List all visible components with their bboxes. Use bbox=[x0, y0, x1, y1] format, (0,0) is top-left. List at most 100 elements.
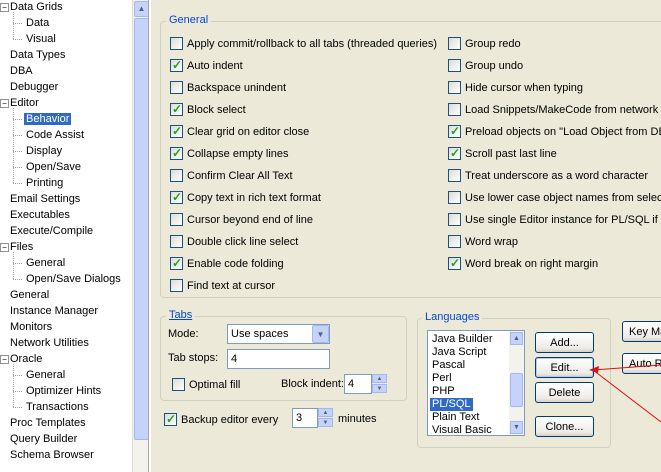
checkbox-box[interactable] bbox=[170, 235, 183, 248]
languages-list[interactable]: Java Builder Java Script Pascal Perl PHP PL/S… bbox=[427, 330, 525, 436]
language-list-item[interactable]: Java Script bbox=[430, 346, 488, 359]
checkbox-box[interactable]: ✓ bbox=[170, 124, 183, 138]
option-label: Use lower case object names from select bbox=[465, 192, 661, 204]
tree-item-label: General bbox=[26, 257, 66, 269]
scrollbar-thumb[interactable] bbox=[510, 373, 523, 407]
scroll-down-arrow-icon[interactable]: ▼ bbox=[510, 421, 523, 434]
option-label: Load Snippets/MakeCode from network s bbox=[465, 104, 661, 116]
collapse-toggle-icon[interactable]: − bbox=[0, 355, 9, 364]
tree-scrollbar[interactable]: ▲ bbox=[132, 0, 149, 472]
collapse-toggle-icon[interactable]: − bbox=[0, 99, 9, 108]
optimal-fill-label: Optimal fill bbox=[189, 379, 241, 391]
language-list-item[interactable]: Java Builder bbox=[430, 333, 495, 346]
collapse-toggle-icon[interactable]: − bbox=[0, 3, 9, 12]
checkbox-box[interactable] bbox=[448, 59, 461, 72]
checkbox-box[interactable] bbox=[170, 279, 183, 292]
scroll-up-arrow-icon[interactable]: ▲ bbox=[510, 332, 523, 345]
checkbox-box[interactable] bbox=[448, 191, 461, 204]
language-list-item[interactable]: PL/SQL bbox=[430, 398, 473, 411]
checkbox-box[interactable] bbox=[172, 378, 185, 391]
tree-item[interactable]: Execute/Compile bbox=[8, 223, 95, 239]
checkbox-box[interactable] bbox=[448, 213, 461, 226]
tree-item[interactable]: Open/Save bbox=[24, 159, 83, 175]
tree-connector bbox=[13, 391, 22, 392]
checkbox-box[interactable]: ✓ bbox=[448, 124, 461, 138]
option-label: Cursor beyond end of line bbox=[187, 214, 313, 226]
checkbox-box[interactable]: ✓ bbox=[170, 58, 183, 72]
spin-down-icon[interactable]: ▼ bbox=[318, 418, 333, 427]
tree-connector bbox=[13, 23, 22, 24]
tree-item[interactable]: Data bbox=[24, 15, 51, 31]
tree-item[interactable]: Debugger bbox=[8, 79, 60, 95]
block-indent-input[interactable]: 4 bbox=[344, 374, 372, 394]
language-list-item[interactable]: PHP bbox=[430, 385, 457, 398]
tree-item[interactable]: Monitors bbox=[8, 319, 54, 335]
block-indent-spinner[interactable]: ▲ ▼ bbox=[372, 374, 388, 394]
checkbox-box[interactable]: ✓ bbox=[170, 102, 183, 116]
tree-item[interactable]: Code Assist bbox=[24, 127, 86, 143]
tree-connector bbox=[13, 167, 22, 168]
language-list-item[interactable]: Perl bbox=[430, 372, 454, 385]
language-list-item[interactable]: Visual Basic bbox=[430, 424, 494, 435]
tree-item[interactable]: Data Grids bbox=[8, 0, 65, 15]
checkbox-box[interactable] bbox=[170, 37, 183, 50]
checkbox-box[interactable] bbox=[448, 81, 461, 94]
checkbox-box[interactable] bbox=[448, 37, 461, 50]
checkbox-box[interactable] bbox=[170, 213, 183, 226]
tree-item[interactable]: Behavior bbox=[24, 111, 72, 127]
tree-item[interactable]: Schema Browser bbox=[8, 447, 96, 463]
tree-item[interactable]: General bbox=[8, 287, 51, 303]
tree-item-label: Open/Save bbox=[26, 161, 82, 173]
tree-item[interactable]: Email Settings bbox=[8, 191, 82, 207]
checkbox-box[interactable] bbox=[448, 169, 461, 182]
checkbox-box[interactable] bbox=[170, 81, 183, 94]
checkbox-box[interactable]: ✓ bbox=[448, 256, 461, 270]
checkbox-box[interactable] bbox=[448, 235, 461, 248]
checkbox-box[interactable] bbox=[448, 103, 461, 116]
options-tree[interactable]: Data Grids − Data Visual Data Types DBA Debugg… bbox=[0, 0, 132, 472]
tree-item[interactable]: General bbox=[24, 255, 67, 271]
tree-item[interactable]: Proc Templates bbox=[8, 415, 88, 431]
scroll-up-arrow-icon[interactable]: ▲ bbox=[134, 1, 149, 17]
option-label: Find text at cursor bbox=[187, 280, 276, 292]
tabstops-input[interactable]: 4 bbox=[227, 349, 330, 369]
backup-minutes-spinner[interactable]: ▲ ▼ bbox=[318, 408, 334, 428]
tree-item[interactable]: Query Builder bbox=[8, 431, 79, 447]
spin-up-icon[interactable]: ▲ bbox=[372, 374, 387, 383]
scrollbar-thumb[interactable] bbox=[134, 18, 149, 440]
tree-item[interactable]: Visual bbox=[24, 31, 58, 47]
checkmark-icon: ✓ bbox=[172, 102, 183, 116]
tree-item[interactable]: Network Utilities bbox=[8, 335, 91, 351]
checkbox-box[interactable]: ✓ bbox=[170, 146, 183, 160]
tree-item-label: Debugger bbox=[10, 81, 59, 93]
tree-item[interactable]: Executables bbox=[8, 207, 72, 223]
chevron-down-icon[interactable]: ▼ bbox=[312, 325, 329, 343]
checkbox-box[interactable]: ✓ bbox=[170, 256, 183, 270]
tree-item[interactable]: Optimizer Hints bbox=[24, 383, 103, 399]
checkbox-box[interactable]: ✓ bbox=[448, 146, 461, 160]
tree-item[interactable]: Printing bbox=[24, 175, 65, 191]
list-scrollbar[interactable]: ▲ ▼ bbox=[509, 331, 524, 435]
option-label: Word wrap bbox=[465, 236, 518, 248]
checkbox-box[interactable]: ✓ bbox=[170, 190, 183, 204]
add-language-button[interactable]: Add... bbox=[535, 332, 594, 353]
mode-select-value: Use spaces bbox=[231, 328, 289, 340]
tree-item[interactable]: Transactions bbox=[24, 399, 91, 415]
key-mapping-button[interactable]: Key Ma bbox=[622, 321, 661, 342]
tree-item[interactable]: DBA bbox=[8, 63, 35, 79]
option-label: Hide cursor when typing bbox=[465, 82, 584, 94]
checkbox-box[interactable] bbox=[170, 169, 183, 182]
backup-minutes-input[interactable]: 3 bbox=[292, 408, 318, 428]
mode-select[interactable]: Use spaces ▼ bbox=[227, 324, 330, 344]
tree-item[interactable]: General bbox=[24, 367, 67, 383]
language-list-item[interactable]: Pascal bbox=[430, 359, 467, 372]
spin-up-icon[interactable]: ▲ bbox=[318, 408, 333, 417]
spin-down-icon[interactable]: ▼ bbox=[372, 384, 387, 393]
tree-item[interactable]: Open/Save Dialogs bbox=[24, 271, 123, 287]
checkbox-box[interactable]: ✓ bbox=[164, 412, 177, 426]
tree-item[interactable]: Display bbox=[24, 143, 64, 159]
collapse-toggle-icon[interactable]: − bbox=[0, 243, 9, 252]
tree-item[interactable]: Instance Manager bbox=[8, 303, 100, 319]
language-list-item[interactable]: Plain Text bbox=[430, 411, 482, 424]
tree-item[interactable]: Data Types bbox=[8, 47, 67, 63]
